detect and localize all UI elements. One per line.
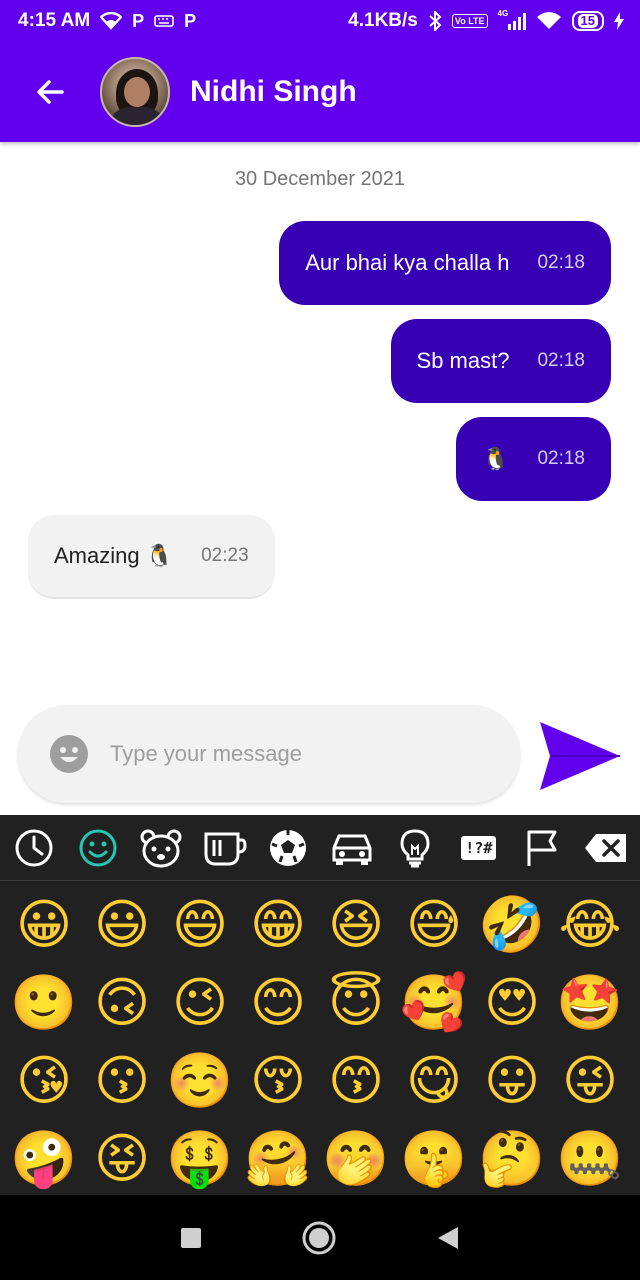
emoji-key[interactable]: 😅 [398,889,470,961]
emoji-key[interactable]: 🤔 [476,1123,548,1195]
emoji-key[interactable]: 😘 [8,1045,80,1117]
emoji-key[interactable]: 😝 [86,1123,158,1195]
wifi-icon [100,12,123,30]
wifi-icon [536,12,561,29]
message-time: 02:18 [537,252,585,273]
emoji-key[interactable]: 🤫 [398,1123,470,1195]
battery-level: 15 [577,14,598,28]
emoji-key[interactable]: 😚 [242,1045,314,1117]
send-button[interactable] [536,718,622,794]
message-composer [18,705,520,803]
emoji-key[interactable]: 😉 [164,967,236,1039]
backspace-icon [584,833,626,862]
back-button[interactable] [0,42,100,142]
lightbulb-icon [400,828,430,867]
emoji-key[interactable]: ☺️ [164,1045,236,1117]
back-nav-button[interactable] [436,1225,460,1251]
emoji-key[interactable]: 😃 [86,889,158,961]
p-icon: P [184,10,197,31]
emoji-key[interactable]: 🙂 [8,967,80,1039]
emoji-key[interactable]: 😁 [242,889,314,961]
smiley-icon [79,829,117,866]
message-input[interactable] [110,741,470,767]
tab-recent[interactable] [12,826,56,870]
emoji-key[interactable]: 😍 [476,967,548,1039]
emoji-key[interactable]: 🤐 [554,1123,626,1195]
emoji-keyboard: !?# 😀 😃 😄 😁 😆 😅 🤣 😂 🙂 🙃 😉 😊 😇 🥰 😍 🤩 😘 😗 ☺️ 😚 😙 😋 😛 😜 🤪 😝 🤑 🤗 🤭 🤫 🤔 🤐 [0,815,640,1195]
emoji-key[interactable]: 🤭 [320,1123,392,1195]
emoji-key[interactable]: 🤪 [8,1123,80,1195]
message-text: Sb mast? [416,348,510,373]
emoji-toggle-icon[interactable] [50,735,88,773]
bluetooth-icon [429,11,442,31]
flag-icon [527,830,557,866]
contact-avatar[interactable] [100,57,170,127]
recents-button[interactable] [180,1227,202,1249]
status-bar-right: 4.1KB/s Vo LTE 4G 15 [348,9,624,32]
emoji-key[interactable]: 😀 [8,889,80,961]
emoji-key[interactable]: 🥰 [398,967,470,1039]
clock-icon [15,829,53,866]
tab-objects[interactable] [393,826,437,870]
message-time: 02:18 [537,350,585,371]
network-speed: 4.1KB/s [348,10,418,31]
emoji-key[interactable]: 😂 [554,889,626,961]
backspace-button[interactable] [584,826,628,870]
message-text: Amazing 🐧 [54,543,174,568]
emoji-key[interactable]: 😋 [398,1045,470,1117]
emoji-grid: 😀 😃 😄 😁 😆 😅 🤣 😂 🙂 🙃 😉 😊 😇 🥰 😍 🤩 😘 😗 ☺️ 😚 😙 😋 😛 😜 🤪 😝 🤑 🤗 🤭 🤫 🤔 🤐 [0,881,640,1201]
outgoing-message[interactable]: 🐧 02:18 [456,417,611,501]
battery-icon: 15 [571,11,604,31]
signal-icon: 4G [497,9,526,30]
status-bar-left: 4:15 AM P P [18,10,196,32]
back-arrow-icon [37,80,64,104]
emoji-key[interactable]: 😜 [554,1045,626,1117]
emoji-key[interactable]: 🤣 [476,889,548,961]
bear-icon [140,829,182,867]
emoji-key[interactable]: 😄 [164,889,236,961]
charging-icon [614,12,624,30]
tab-food[interactable] [203,826,247,870]
emoji-key[interactable]: 😇 [320,967,392,1039]
message-list[interactable]: 30 December 2021 Aur bhai kya challa h 0… [0,142,640,702]
message-text: Aur bhai kya challa h [305,250,510,275]
message-time: 02:23 [201,545,249,566]
emoji-key[interactable]: 🤗 [242,1123,314,1195]
volte-icon: Vo LTE [451,14,488,28]
contact-name[interactable]: Nidhi Singh [190,75,357,109]
emoji-key[interactable]: 🤩 [554,967,626,1039]
emoji-key[interactable]: 😗 [86,1045,158,1117]
emoji-key[interactable]: 😊 [242,967,314,1039]
outgoing-message[interactable]: Aur bhai kya challa h 02:18 [279,221,611,305]
home-button[interactable] [302,1221,336,1255]
emoji-key[interactable]: 😆 [320,889,392,961]
emoji-category-tabs: !?# [0,815,640,881]
tab-activities[interactable] [266,826,310,870]
emoji-key[interactable]: 😛 [476,1045,548,1117]
outgoing-message[interactable]: Sb mast? 02:18 [390,319,611,403]
tab-smileys[interactable] [76,826,120,870]
tab-travel[interactable] [330,826,374,870]
emoji-key[interactable]: 😙 [320,1045,392,1117]
keyboard-icon [154,15,174,27]
message-time: 02:18 [537,448,585,469]
status-bar: 4:15 AM P P 4.1KB/s Vo LTE 4G 15 [0,0,640,42]
tab-symbols[interactable]: !?# [457,826,501,870]
tab-flags[interactable] [520,826,564,870]
p-icon: P [132,10,145,31]
cup-icon [204,832,247,865]
network-type-label: 4G [497,9,509,18]
chat-header: Nidhi Singh [0,42,640,142]
system-nav-bar [0,1195,640,1280]
symbols-icon: !?# [461,835,497,860]
emoji-key[interactable]: 🙃 [86,967,158,1039]
emoji-key[interactable]: 🤑 [164,1123,236,1195]
message-text: 🐧 [482,446,510,471]
date-separator: 30 December 2021 [234,168,406,190]
tab-animals[interactable] [139,826,183,870]
incoming-message[interactable]: Amazing 🐧 02:23 [28,515,275,599]
status-time: 4:15 AM [18,10,91,31]
car-icon [332,834,372,865]
soccer-ball-icon [270,829,307,866]
